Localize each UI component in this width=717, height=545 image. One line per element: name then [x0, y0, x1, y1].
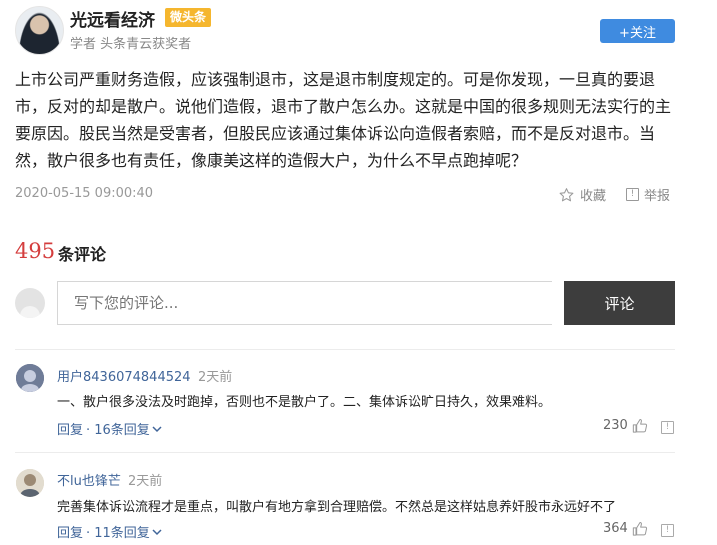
replies-count-label: · 11条回复: [86, 526, 150, 541]
comment-time: 2天前: [198, 370, 233, 385]
submit-comment-button[interactable]: 评论: [564, 281, 675, 325]
author-description: 学者 头条青云获奖者: [70, 37, 192, 52]
star-icon: [559, 187, 574, 201]
comment-text: 一、散户很多没法及时跑掉，否则也不是散户了。二、集体诉讼旷日持久，效果难料。: [57, 395, 552, 410]
like-button[interactable]: 230: [603, 418, 648, 433]
follow-button[interactable]: +关注: [600, 19, 675, 43]
divider: [15, 349, 675, 350]
comment-input[interactable]: [57, 281, 552, 325]
report-comment-icon[interactable]: !: [661, 421, 674, 434]
comment-count: 495: [15, 239, 56, 263]
chevron-down-icon: [152, 528, 162, 535]
user-avatar-icon: [16, 469, 44, 497]
comment-text: 完善集体诉讼流程才是重点，叫散户有地方拿到合理赔偿。不然总是这样姑息养奸股市永远…: [57, 500, 617, 515]
divider: [15, 452, 675, 453]
favorite-label: 收藏: [580, 189, 607, 204]
like-button[interactable]: 364: [603, 521, 648, 536]
comment-avatar[interactable]: [16, 469, 44, 497]
author-avatar[interactable]: [15, 6, 64, 55]
user-avatar-icon: [16, 364, 44, 392]
comment-count-label: 条评论: [58, 245, 107, 264]
view-replies-button[interactable]: · 11条回复: [86, 522, 162, 541]
post-timestamp: 2020-05-15 09:00:40: [15, 186, 154, 201]
report-label: 举报: [644, 189, 671, 204]
like-count: 364: [603, 521, 628, 536]
weitoutiao-badge: 微头条: [165, 8, 212, 27]
comment-username[interactable]: 用户8436074844524: [57, 366, 191, 385]
report-icon: !: [626, 188, 639, 201]
thumbs-up-icon: [632, 419, 647, 433]
comment-username[interactable]: 不lu也锋芒: [57, 470, 121, 489]
report-comment-icon[interactable]: !: [661, 524, 674, 537]
thumbs-up-icon: [632, 522, 647, 536]
post-text: 上市公司严重财务造假，应该强制退市，这是退市制度规定的。可是你发现，一旦真的要退…: [15, 70, 672, 170]
reply-button[interactable]: 回复: [57, 522, 83, 541]
author-name[interactable]: 光远看经济: [70, 6, 155, 31]
like-count: 230: [603, 418, 628, 433]
reply-button[interactable]: 回复: [57, 419, 83, 438]
favorite-button[interactable]: 收藏: [558, 185, 606, 204]
view-replies-button[interactable]: · 16条回复: [86, 419, 162, 438]
chevron-down-icon: [152, 425, 162, 432]
comment-time: 2天前: [128, 474, 163, 489]
report-button[interactable]: ! 举报: [626, 185, 670, 204]
replies-count-label: · 16条回复: [86, 423, 150, 438]
current-user-avatar: [15, 288, 45, 318]
comment-avatar[interactable]: [16, 364, 44, 392]
